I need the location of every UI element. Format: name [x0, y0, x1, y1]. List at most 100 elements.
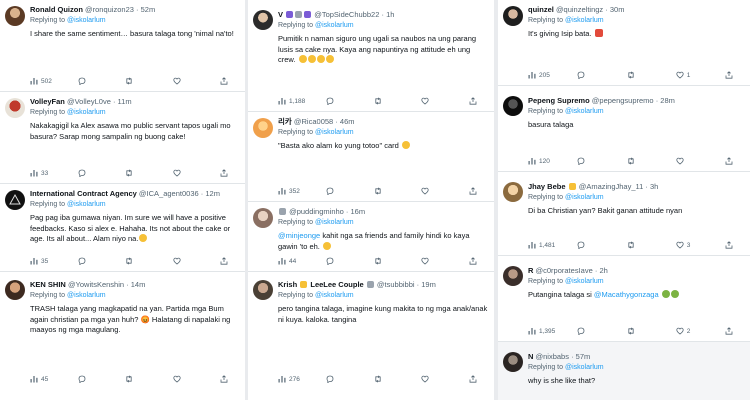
avatar[interactable]	[5, 98, 25, 118]
tweet[interactable]: KEN SHIN @YowitsKenshin · 14m Replying t…	[0, 272, 245, 400]
share-button[interactable]	[469, 187, 480, 195]
display-name[interactable]: Krish	[278, 280, 297, 289]
views-button[interactable]: 205	[528, 71, 577, 79]
timestamp[interactable]: 2h	[599, 266, 607, 275]
avatar[interactable]	[5, 280, 25, 300]
tweet[interactable]: Ronald Quizon @ronquizon23 · 52m Replyin…	[0, 0, 245, 92]
timestamp[interactable]: 11m	[118, 97, 132, 106]
display-name[interactable]: VolleyFan	[30, 97, 65, 106]
avatar[interactable]	[503, 182, 523, 202]
handle[interactable]: @Rica0058	[294, 117, 333, 126]
handle[interactable]: @AmazingJhay_11	[579, 182, 644, 191]
timestamp[interactable]: 14m	[131, 280, 146, 289]
like-button[interactable]	[421, 97, 469, 105]
handle[interactable]: @tsubbibbi	[377, 280, 415, 289]
reply-button[interactable]	[577, 327, 626, 335]
retweet-button[interactable]	[374, 97, 422, 105]
timestamp[interactable]: 30m	[610, 5, 625, 14]
handle[interactable]: @quinzeltingz	[556, 5, 603, 14]
handle[interactable]: @c0rporatesIave	[536, 266, 593, 275]
reply-button[interactable]	[78, 77, 126, 85]
timestamp[interactable]: 19m	[421, 280, 436, 289]
reply-mention[interactable]: @iskolarlum	[67, 109, 106, 116]
share-button[interactable]	[469, 97, 480, 105]
share-button[interactable]	[469, 257, 480, 265]
retweet-button[interactable]	[125, 257, 173, 265]
reply-button[interactable]	[577, 71, 626, 79]
tweet[interactable]: @puddingminho · 16m Replying to @iskolar…	[248, 202, 494, 272]
views-button[interactable]: 44	[278, 257, 326, 265]
handle[interactable]: @ICA_agent0036	[139, 189, 199, 198]
display-name[interactable]: Jhay Bebe	[528, 182, 566, 191]
timestamp[interactable]: 16m	[351, 207, 366, 216]
tweet[interactable]: 리카 @Rica0058 · 46m Replying to @iskolarl…	[248, 112, 494, 202]
reply-mention[interactable]: @iskolarlum	[565, 364, 604, 371]
views-button[interactable]: 1,481	[528, 241, 577, 249]
reply-mention[interactable]: @iskolarlum	[315, 292, 354, 299]
handle[interactable]: @VolleyL0ve	[67, 97, 111, 106]
like-button[interactable]	[172, 375, 221, 383]
like-button[interactable]	[421, 257, 469, 265]
reply-mention[interactable]: @iskolarlum	[67, 201, 106, 208]
display-name[interactable]: KEN SHIN	[30, 280, 66, 289]
views-button[interactable]: 1,395	[528, 327, 577, 335]
tweet[interactable]: quinzel @quinzeltingz · 30m Replying to …	[498, 0, 750, 86]
retweet-button[interactable]	[627, 71, 676, 79]
reply-button[interactable]	[326, 187, 374, 195]
retweet-button[interactable]	[627, 241, 676, 249]
tweet[interactable]: V @TopSideChubb22 · 1h Replying to @isko…	[248, 0, 494, 112]
retweet-button[interactable]	[627, 157, 676, 165]
display-name[interactable]: 리카	[278, 117, 292, 126]
share-button[interactable]	[220, 77, 231, 85]
display-name[interactable]: Ronald Quizon	[30, 5, 83, 14]
display-name[interactable]: R	[528, 266, 533, 275]
views-button[interactable]: 120	[528, 157, 577, 165]
display-name[interactable]: International Contract Agency	[30, 189, 137, 198]
display-name[interactable]: quinzel	[528, 5, 554, 14]
share-button[interactable]	[220, 169, 231, 177]
share-button[interactable]	[220, 375, 231, 383]
handle[interactable]: @ronquizon23	[85, 5, 134, 14]
tweet[interactable]: Pepeng Supremo @pepengsupremo · 28m Repl…	[498, 86, 750, 172]
tweet[interactable]: N @nixbabs · 57m Replying to @iskolarlum…	[498, 342, 750, 400]
views-button[interactable]: 352	[278, 187, 326, 195]
display-name[interactable]: V	[278, 10, 283, 19]
timestamp[interactable]: 46m	[340, 117, 355, 126]
share-button[interactable]	[469, 375, 480, 383]
handle[interactable]: @puddingminho	[289, 207, 344, 216]
timestamp[interactable]: 57m	[576, 352, 591, 361]
timestamp[interactable]: 3h	[650, 182, 658, 191]
avatar[interactable]	[253, 10, 273, 30]
reply-button[interactable]	[78, 169, 126, 177]
tweet-mention[interactable]: @Macathygonzaga	[594, 290, 659, 299]
reply-mention[interactable]: @iskolarlum	[565, 108, 604, 115]
views-button[interactable]: 276	[278, 375, 326, 383]
reply-mention[interactable]: @iskolarlum	[67, 292, 106, 299]
timestamp[interactable]: 52m	[141, 5, 156, 14]
tweet[interactable]: R @c0rporatesIave · 2h Replying to @isko…	[498, 256, 750, 342]
views-button[interactable]: 1,188	[278, 97, 326, 105]
views-button[interactable]: 45	[30, 375, 78, 383]
avatar[interactable]	[253, 118, 273, 138]
tweet-mention[interactable]: @minjeonge	[278, 231, 320, 240]
handle[interactable]: @nixbabs	[536, 352, 569, 361]
avatar[interactable]	[503, 6, 523, 26]
avatar[interactable]	[503, 96, 523, 116]
display-name[interactable]: Pepeng Supremo	[528, 96, 590, 105]
reply-button[interactable]	[78, 375, 126, 383]
timestamp[interactable]: 12m	[205, 189, 220, 198]
reply-button[interactable]	[78, 257, 126, 265]
like-button[interactable]	[172, 77, 221, 85]
avatar[interactable]	[5, 190, 25, 210]
avatar[interactable]	[253, 208, 273, 228]
reply-mention[interactable]: @iskolarlum	[565, 278, 604, 285]
views-button[interactable]: 33	[30, 169, 78, 177]
share-button[interactable]	[725, 157, 736, 165]
retweet-button[interactable]	[374, 375, 422, 383]
views-button[interactable]: 35	[30, 257, 78, 265]
share-button[interactable]	[725, 241, 736, 249]
handle[interactable]: @pepengsupremo	[592, 96, 654, 105]
reply-button[interactable]	[577, 241, 626, 249]
reply-button[interactable]	[326, 97, 374, 105]
like-button[interactable]	[172, 169, 221, 177]
